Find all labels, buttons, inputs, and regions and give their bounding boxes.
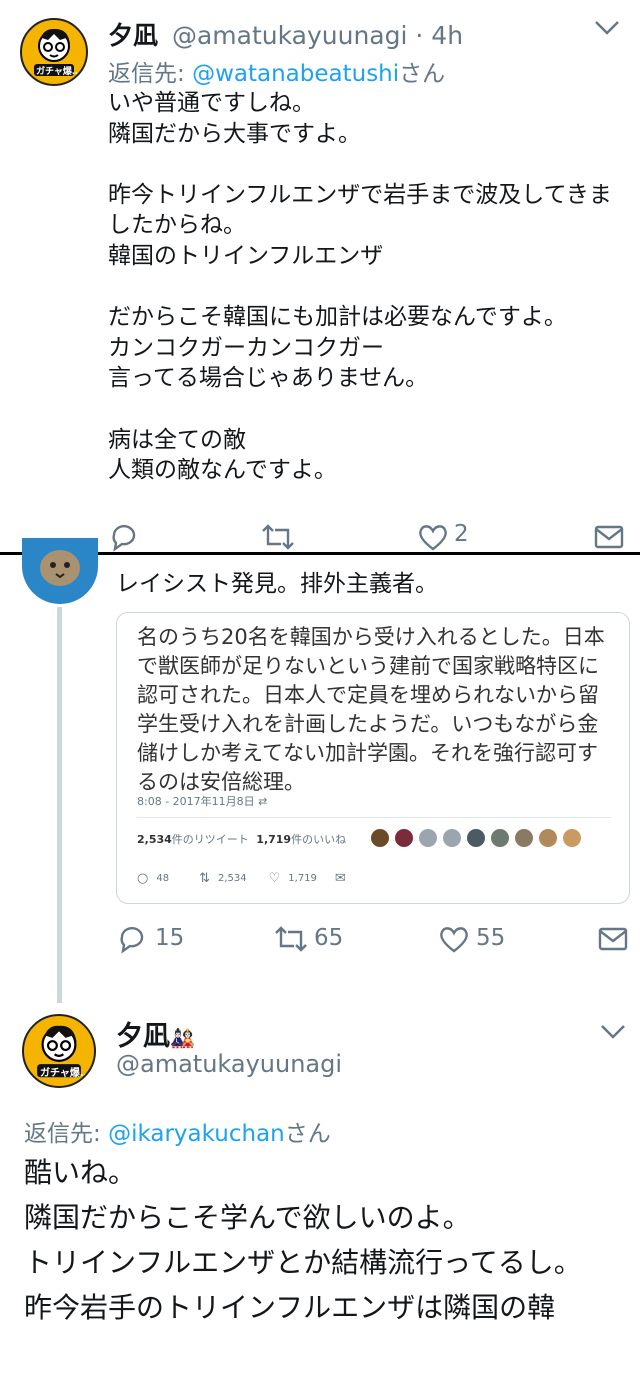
reply-to: 返信先: @watanabeatushiさん bbox=[108, 54, 445, 88]
display-name[interactable]: 夕凪 bbox=[108, 21, 158, 50]
retweet-icon[interactable] bbox=[272, 924, 310, 954]
liker-avatar bbox=[419, 829, 437, 847]
quoted-timestamp: 8:08 - 2017年11月8日 ⇄ bbox=[137, 793, 267, 809]
avatar[interactable] bbox=[22, 538, 98, 604]
like-count: 2 bbox=[454, 521, 469, 547]
liker-avatar bbox=[443, 829, 461, 847]
quoted-actions: ○ 48 ⇅ 2,534 ♡ 1,719 ✉ bbox=[137, 871, 346, 886]
tweet-body: いや普通ですしね。 隣国だから大事ですよ。 昨今トリインフルエンザで岩手まで波及… bbox=[108, 90, 612, 484]
handle[interactable]: @amatukayuunagi bbox=[116, 1050, 342, 1078]
avatar-label: ガチャ爆… bbox=[40, 1068, 90, 1079]
display-name[interactable]: 夕凪 bbox=[116, 1021, 170, 1052]
reply-suffix: さん bbox=[284, 1121, 331, 1147]
liker-avatar bbox=[491, 829, 509, 847]
translate-icon: ⇄ bbox=[258, 795, 268, 808]
quoted-likes-num: 1,719 bbox=[256, 833, 292, 846]
chevron-down-icon[interactable] bbox=[594, 20, 620, 36]
quoted-text: 名のうち20名を韓国から受け入れるとした。日本で獣医師が足りないという建前で国家… bbox=[137, 625, 605, 794]
quoted-retweets-label: 件のリツイート bbox=[171, 833, 249, 846]
display-name-row: 夕凪🎎 bbox=[116, 1014, 195, 1053]
quoted-reply-icon: ○ bbox=[137, 871, 149, 886]
reply-icon[interactable] bbox=[108, 520, 140, 552]
quoted-retweet-icon: ⇅ bbox=[199, 871, 210, 886]
handle[interactable]: @amatukayuunagi bbox=[172, 21, 407, 50]
liker-avatar bbox=[395, 829, 413, 847]
tweet-body: レイシスト発見。排外主義者。 bbox=[116, 571, 438, 597]
like-icon[interactable] bbox=[438, 924, 470, 954]
liker-avatar bbox=[563, 829, 581, 847]
tweet-header: 夕凪 @amatukayuunagi · 4h bbox=[108, 16, 463, 52]
direct-message-icon[interactable] bbox=[598, 926, 628, 952]
quoted-reply-count: 48 bbox=[156, 873, 170, 884]
liker-avatar bbox=[539, 829, 557, 847]
quoted-divider bbox=[137, 817, 611, 818]
avatar[interactable]: ガチャ爆… bbox=[22, 1014, 96, 1088]
chevron-down-icon[interactable] bbox=[600, 1024, 626, 1040]
avatar[interactable]: ガチャ爆… bbox=[20, 18, 88, 86]
liker-avatars bbox=[371, 829, 581, 847]
thread-line bbox=[57, 607, 62, 1003]
quoted-likes-label: 件のいいね bbox=[291, 833, 347, 846]
timestamp[interactable]: 4h bbox=[431, 21, 463, 50]
quoted-dm-icon: ✉ bbox=[334, 871, 346, 886]
quoted-tweet-image[interactable]: 名のうち20名を韓国から受け入れるとした。日本で獣医師が足りないという建前で国家… bbox=[116, 612, 630, 904]
name-badge-icon: 🎎 bbox=[170, 1026, 195, 1050]
separator: · bbox=[415, 21, 424, 50]
like-icon[interactable] bbox=[417, 522, 449, 552]
avatar-label: ガチャ爆… bbox=[36, 67, 81, 77]
reply-to: 返信先: @ikaryakuchanさん bbox=[24, 1114, 331, 1148]
reply-handle-link[interactable]: @ikaryakuchan bbox=[108, 1121, 285, 1147]
quoted-retweet-count: 2,534 bbox=[217, 873, 247, 884]
cat-avatar-icon bbox=[40, 550, 80, 586]
retweet-icon[interactable] bbox=[259, 522, 297, 552]
reply-prefix: 返信先: bbox=[24, 1121, 109, 1147]
reply-prefix: 返信先: bbox=[108, 61, 193, 87]
reply-count: 15 bbox=[155, 925, 185, 951]
tweet-body: 酷いね。 隣国だからこそ学んで欲しいのよ。 トリインフルエンザとか結構流行ってる… bbox=[24, 1156, 582, 1324]
reply-icon[interactable] bbox=[116, 922, 148, 954]
reply-suffix: さん bbox=[399, 61, 446, 87]
liker-avatar bbox=[467, 829, 485, 847]
quoted-date: 8:08 - 2017年11月8日 bbox=[137, 795, 255, 808]
liker-avatar bbox=[515, 829, 533, 847]
like-count: 55 bbox=[476, 925, 506, 951]
retweet-count: 65 bbox=[314, 925, 344, 951]
quoted-like-icon: ♡ bbox=[268, 871, 281, 886]
reply-handle-link[interactable]: @watanabeatushi bbox=[192, 61, 399, 87]
quoted-stats: 2,534件のリツイート 1,719件のいいね bbox=[137, 831, 346, 847]
liker-avatar bbox=[371, 829, 389, 847]
direct-message-icon[interactable] bbox=[594, 524, 624, 550]
quoted-retweets-num: 2,534 bbox=[137, 833, 172, 846]
quoted-like-count: 1,719 bbox=[288, 873, 317, 884]
